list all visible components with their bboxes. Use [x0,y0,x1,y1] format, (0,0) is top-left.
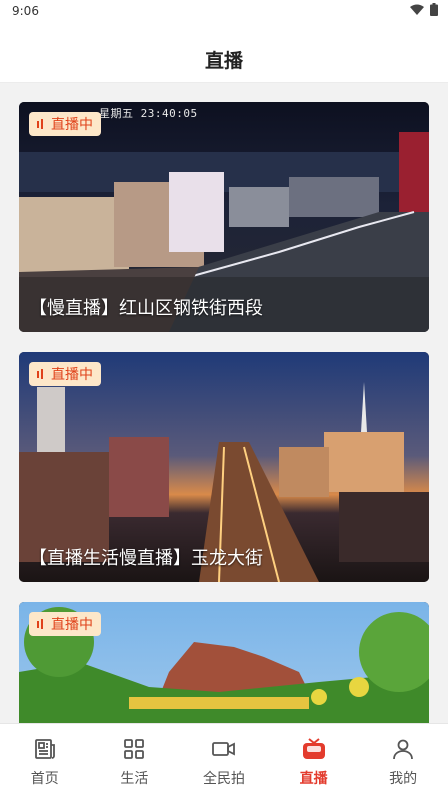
tab-life[interactable]: 生活 [90,724,180,798]
tab-label: 直播 [299,771,328,787]
live-card[interactable]: 直播中 【直播生活慢直播】玉龙大街 [19,352,429,582]
live-badge: 直播中 [29,612,101,636]
stream-timestamp-overlay: 星期五 23:40:05 [99,107,198,120]
live-tv-icon [301,736,327,762]
tab-home[interactable]: 首页 [0,724,90,798]
status-bar: 9:06 [0,0,448,26]
live-badge-label: 直播中 [51,117,93,133]
bottom-tab-bar: 首页 生活 全民拍 直播 我的 [0,723,448,798]
system-icons [410,3,438,16]
live-signal-icon [37,369,43,379]
live-card[interactable]: 直播中 [19,602,429,723]
status-time: 9:06 [12,4,39,18]
tab-me[interactable]: 我的 [358,724,448,798]
page-title: 直播 [204,50,243,72]
tab-citizen-shoot[interactable]: 全民拍 [179,724,269,798]
tab-label: 生活 [120,771,149,787]
live-badge: 直播中 [29,362,101,386]
wifi-icon [410,4,424,15]
person-icon [390,736,416,762]
video-camera-icon [211,736,237,762]
tab-live[interactable]: 直播 [269,724,359,798]
live-badge-label: 直播中 [51,617,93,633]
live-badge-label: 直播中 [51,367,93,383]
battery-icon [430,3,438,16]
tab-label: 我的 [389,771,418,787]
page-header: 直播 [0,26,448,83]
live-badge: 直播中 [29,112,101,136]
live-signal-icon [37,119,43,129]
live-card[interactable]: 星期五 23:40:05 直播中 【慢直播】红山区钢铁街西段 [19,102,429,332]
live-feed[interactable]: 星期五 23:40:05 直播中 【慢直播】红山区钢铁街西段 直播中 【直播生活… [0,83,448,723]
tab-label: 全民拍 [202,771,245,787]
live-title: 【慢直播】红山区钢铁街西段 [29,298,263,319]
live-signal-icon [37,619,43,629]
live-title: 【直播生活慢直播】玉龙大街 [29,548,263,569]
tab-label: 首页 [30,771,59,787]
news-icon [32,736,58,762]
grid-icon [121,736,147,762]
